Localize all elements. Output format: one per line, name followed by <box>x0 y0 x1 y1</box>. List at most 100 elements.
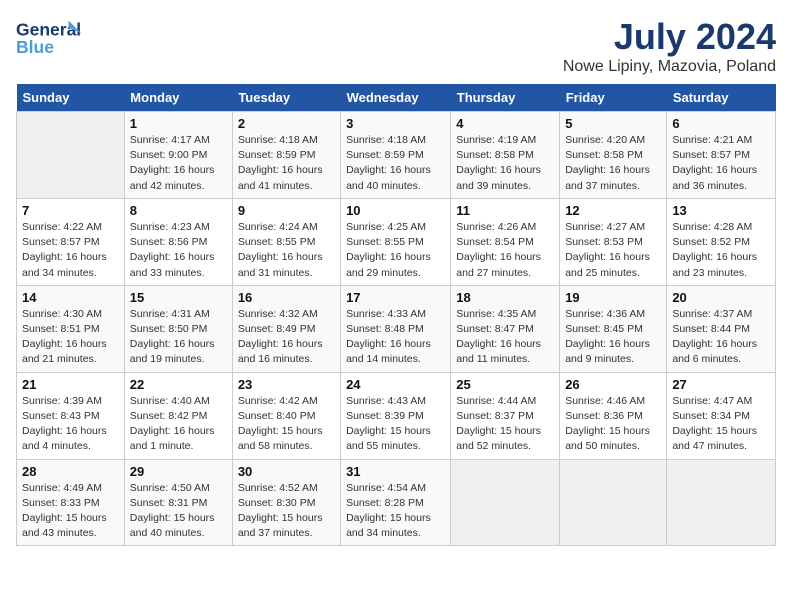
cell-info: Sunrise: 4:17 AM Sunset: 9:00 PM Dayligh… <box>130 133 227 194</box>
page-header: GeneralBlue July 2024 Nowe Lipiny, Mazov… <box>16 16 776 76</box>
cell-info: Sunrise: 4:18 AM Sunset: 8:59 PM Dayligh… <box>346 133 445 194</box>
day-number: 25 <box>456 377 554 392</box>
cell-info: Sunrise: 4:36 AM Sunset: 8:45 PM Dayligh… <box>565 307 661 368</box>
calendar-cell <box>560 459 667 546</box>
day-number: 11 <box>456 203 554 218</box>
calendar-cell: 13 Sunrise: 4:28 AM Sunset: 8:52 PM Dayli… <box>667 198 776 285</box>
calendar-cell: 15 Sunrise: 4:31 AM Sunset: 8:50 PM Dayli… <box>124 285 232 372</box>
calendar-cell: 28 Sunrise: 4:49 AM Sunset: 8:33 PM Dayli… <box>17 459 125 546</box>
day-number: 23 <box>238 377 335 392</box>
calendar-cell: 5Sunrise: 4:20 AM Sunset: 8:58 PM Daylig… <box>560 112 667 199</box>
cell-info: Sunrise: 4:42 AM Sunset: 8:40 PM Dayligh… <box>238 394 335 455</box>
calendar-cell: 26 Sunrise: 4:46 AM Sunset: 8:36 PM Dayli… <box>560 372 667 459</box>
cell-info: Sunrise: 4:21 AM Sunset: 8:57 PM Dayligh… <box>672 133 770 194</box>
calendar-cell: 7 Sunrise: 4:22 AM Sunset: 8:57 PM Daylig… <box>17 198 125 285</box>
calendar-cell: 25 Sunrise: 4:44 AM Sunset: 8:37 PM Dayli… <box>451 372 560 459</box>
calendar-cell: 20 Sunrise: 4:37 AM Sunset: 8:44 PM Dayli… <box>667 285 776 372</box>
calendar-cell: 27 Sunrise: 4:47 AM Sunset: 8:34 PM Dayli… <box>667 372 776 459</box>
cell-info: Sunrise: 4:19 AM Sunset: 8:58 PM Dayligh… <box>456 133 554 194</box>
cell-info: Sunrise: 4:26 AM Sunset: 8:54 PM Dayligh… <box>456 220 554 281</box>
cell-info: Sunrise: 4:43 AM Sunset: 8:39 PM Dayligh… <box>346 394 445 455</box>
calendar-cell: 17Sunrise: 4:33 AM Sunset: 8:48 PM Dayli… <box>341 285 451 372</box>
day-number: 19 <box>565 290 661 305</box>
day-number: 12 <box>565 203 661 218</box>
day-number: 31 <box>346 464 445 479</box>
calendar-cell: 16Sunrise: 4:32 AM Sunset: 8:49 PM Dayli… <box>232 285 340 372</box>
location-title: Nowe Lipiny, Mazovia, Poland <box>563 58 776 76</box>
cell-info: Sunrise: 4:49 AM Sunset: 8:33 PM Dayligh… <box>22 481 119 542</box>
day-number: 3 <box>346 116 445 131</box>
calendar-cell: 24 Sunrise: 4:43 AM Sunset: 8:39 PM Dayli… <box>341 372 451 459</box>
cell-info: Sunrise: 4:54 AM Sunset: 8:28 PM Dayligh… <box>346 481 445 542</box>
cell-info: Sunrise: 4:28 AM Sunset: 8:52 PM Dayligh… <box>672 220 770 281</box>
calendar-cell: 30 Sunrise: 4:52 AM Sunset: 8:30 PM Dayli… <box>232 459 340 546</box>
day-number: 20 <box>672 290 770 305</box>
cell-info: Sunrise: 4:31 AM Sunset: 8:50 PM Dayligh… <box>130 307 227 368</box>
cell-info: Sunrise: 4:37 AM Sunset: 8:44 PM Dayligh… <box>672 307 770 368</box>
calendar-cell: 6 Sunrise: 4:21 AM Sunset: 8:57 PM Daylig… <box>667 112 776 199</box>
week-row-2: 7 Sunrise: 4:22 AM Sunset: 8:57 PM Daylig… <box>17 198 776 285</box>
calendar-cell: 29Sunrise: 4:50 AM Sunset: 8:31 PM Dayli… <box>124 459 232 546</box>
cell-info: Sunrise: 4:23 AM Sunset: 8:56 PM Dayligh… <box>130 220 227 281</box>
cell-info: Sunrise: 4:18 AM Sunset: 8:59 PM Dayligh… <box>238 133 335 194</box>
day-number: 6 <box>672 116 770 131</box>
day-number: 26 <box>565 377 661 392</box>
calendar-cell: 22Sunrise: 4:40 AM Sunset: 8:42 PM Dayli… <box>124 372 232 459</box>
cell-info: Sunrise: 4:44 AM Sunset: 8:37 PM Dayligh… <box>456 394 554 455</box>
calendar-cell: 8 Sunrise: 4:23 AM Sunset: 8:56 PM Daylig… <box>124 198 232 285</box>
cell-info: Sunrise: 4:47 AM Sunset: 8:34 PM Dayligh… <box>672 394 770 455</box>
day-number: 15 <box>130 290 227 305</box>
calendar-cell: 18 Sunrise: 4:35 AM Sunset: 8:47 PM Dayli… <box>451 285 560 372</box>
day-number: 13 <box>672 203 770 218</box>
day-number: 30 <box>238 464 335 479</box>
col-header-monday: Monday <box>124 84 232 112</box>
calendar-table: SundayMondayTuesdayWednesdayThursdayFrid… <box>16 84 776 546</box>
calendar-cell: 3 Sunrise: 4:18 AM Sunset: 8:59 PM Daylig… <box>341 112 451 199</box>
title-block: July 2024 Nowe Lipiny, Mazovia, Poland <box>563 16 776 76</box>
calendar-cell <box>451 459 560 546</box>
cell-info: Sunrise: 4:27 AM Sunset: 8:53 PM Dayligh… <box>565 220 661 281</box>
col-header-wednesday: Wednesday <box>341 84 451 112</box>
calendar-cell <box>667 459 776 546</box>
calendar-cell: 2Sunrise: 4:18 AM Sunset: 8:59 PM Daylig… <box>232 112 340 199</box>
cell-info: Sunrise: 4:30 AM Sunset: 8:51 PM Dayligh… <box>22 307 119 368</box>
cell-info: Sunrise: 4:46 AM Sunset: 8:36 PM Dayligh… <box>565 394 661 455</box>
day-number: 18 <box>456 290 554 305</box>
calendar-cell: 11 Sunrise: 4:26 AM Sunset: 8:54 PM Dayli… <box>451 198 560 285</box>
svg-text:Blue: Blue <box>16 37 54 57</box>
col-header-friday: Friday <box>560 84 667 112</box>
day-number: 10 <box>346 203 445 218</box>
day-number: 1 <box>130 116 227 131</box>
calendar-cell: 21Sunrise: 4:39 AM Sunset: 8:43 PM Dayli… <box>17 372 125 459</box>
day-number: 27 <box>672 377 770 392</box>
day-number: 24 <box>346 377 445 392</box>
col-header-sunday: Sunday <box>17 84 125 112</box>
calendar-cell: 9Sunrise: 4:24 AM Sunset: 8:55 PM Daylig… <box>232 198 340 285</box>
day-number: 16 <box>238 290 335 305</box>
logo: GeneralBlue <box>16 16 90 60</box>
cell-info: Sunrise: 4:39 AM Sunset: 8:43 PM Dayligh… <box>22 394 119 455</box>
header-row: SundayMondayTuesdayWednesdayThursdayFrid… <box>17 84 776 112</box>
day-number: 8 <box>130 203 227 218</box>
col-header-saturday: Saturday <box>667 84 776 112</box>
day-number: 29 <box>130 464 227 479</box>
day-number: 17 <box>346 290 445 305</box>
cell-info: Sunrise: 4:25 AM Sunset: 8:55 PM Dayligh… <box>346 220 445 281</box>
calendar-cell <box>17 112 125 199</box>
day-number: 7 <box>22 203 119 218</box>
day-number: 4 <box>456 116 554 131</box>
calendar-cell: 1 Sunrise: 4:17 AM Sunset: 9:00 PM Daylig… <box>124 112 232 199</box>
calendar-cell: 19 Sunrise: 4:36 AM Sunset: 8:45 PM Dayli… <box>560 285 667 372</box>
day-number: 28 <box>22 464 119 479</box>
calendar-cell: 4 Sunrise: 4:19 AM Sunset: 8:58 PM Daylig… <box>451 112 560 199</box>
day-number: 9 <box>238 203 335 218</box>
week-row-4: 21Sunrise: 4:39 AM Sunset: 8:43 PM Dayli… <box>17 372 776 459</box>
cell-info: Sunrise: 4:22 AM Sunset: 8:57 PM Dayligh… <box>22 220 119 281</box>
col-header-thursday: Thursday <box>451 84 560 112</box>
calendar-cell: 31 Sunrise: 4:54 AM Sunset: 8:28 PM Dayli… <box>341 459 451 546</box>
day-number: 5 <box>565 116 661 131</box>
calendar-cell: 14Sunrise: 4:30 AM Sunset: 8:51 PM Dayli… <box>17 285 125 372</box>
cell-info: Sunrise: 4:52 AM Sunset: 8:30 PM Dayligh… <box>238 481 335 542</box>
col-header-tuesday: Tuesday <box>232 84 340 112</box>
cell-info: Sunrise: 4:35 AM Sunset: 8:47 PM Dayligh… <box>456 307 554 368</box>
